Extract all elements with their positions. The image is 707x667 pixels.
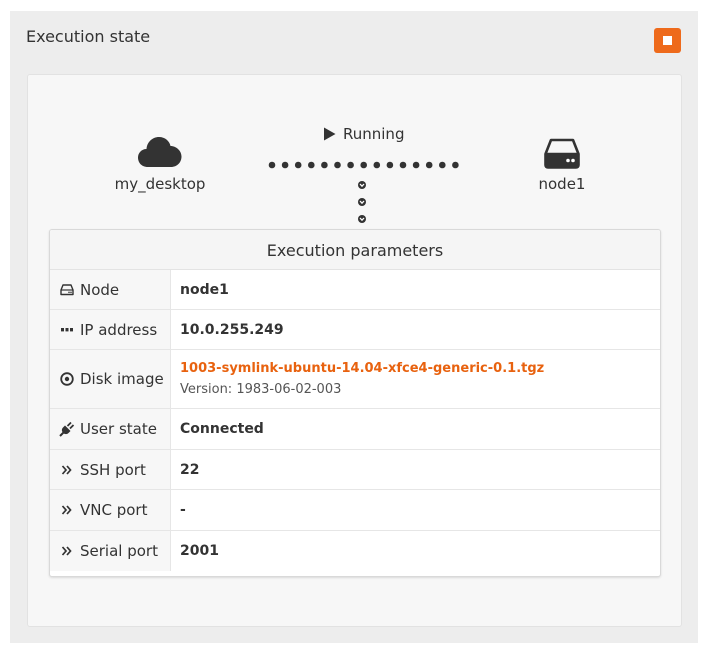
cloud-icon — [138, 137, 182, 167]
user-state-value: Connected — [180, 421, 264, 437]
param-value: - — [171, 490, 660, 530]
ellipsis-icon — [59, 322, 75, 338]
hard-drive-icon — [544, 138, 580, 169]
param-value: Connected — [171, 409, 660, 449]
connection-status: Running — [323, 125, 404, 143]
param-key-label: Node — [80, 280, 120, 299]
connection-status-label: Running — [343, 125, 405, 143]
param-value: 1003-symlink-ubuntu-14.04-xfce4-generic-… — [171, 350, 660, 408]
source-node: my_desktop — [110, 135, 210, 193]
disc-icon — [59, 371, 75, 387]
param-key-label: IP address — [80, 320, 158, 339]
execution-parameters-table: Execution parameters Node node1 IP addre… — [49, 229, 661, 577]
param-row-node: Node node1 — [50, 270, 660, 310]
source-node-label: my_desktop — [114, 175, 206, 193]
param-row-disk-image: Disk image 1003-symlink-ubuntu-14.04-xfc… — [50, 350, 660, 409]
param-key: User state — [50, 409, 171, 449]
param-key: Node — [50, 270, 171, 309]
play-icon — [324, 127, 336, 141]
param-key-label: SSH port — [80, 460, 146, 479]
target-node: node1 — [512, 137, 612, 193]
hard-drive-icon — [59, 282, 75, 298]
execution-state-content: my_desktop Running node1 Execution param… — [27, 74, 682, 627]
execution-state-panel: Execution state my_desktop Running node1… — [10, 11, 698, 643]
param-key: IP address — [50, 310, 171, 349]
disk-image-version: Version: 1983-06-02-003 — [180, 382, 342, 397]
disk-image-link[interactable]: 1003-symlink-ubuntu-14.04-xfce4-generic-… — [180, 361, 660, 376]
param-row-serial-port: Serial port 2001 — [50, 531, 660, 571]
double-chevron-right-icon — [59, 543, 75, 559]
param-row-vnc-port: VNC port - — [50, 490, 660, 531]
ip-address-value: 10.0.255.249 — [180, 321, 284, 338]
param-row-user-state: User state Connected — [50, 409, 660, 450]
stop-button[interactable] — [654, 28, 681, 53]
execution-parameters-title: Execution parameters — [50, 230, 660, 270]
ssh-port-value: 22 — [180, 461, 200, 478]
target-node-label: node1 — [538, 175, 586, 193]
stop-icon — [663, 36, 672, 45]
connection-line — [268, 161, 459, 169]
param-key: Serial port — [50, 531, 171, 571]
param-key-label: Disk image — [80, 370, 164, 388]
param-value: 10.0.255.249 — [171, 310, 660, 349]
plug-icon — [59, 421, 75, 437]
vnc-port-value: - — [180, 502, 186, 518]
param-row-ip-address: IP address 10.0.255.249 — [50, 310, 660, 350]
serial-port-value: 2001 — [180, 543, 219, 559]
double-chevron-right-icon — [59, 462, 75, 478]
double-chevron-right-icon — [59, 502, 75, 518]
param-key: VNC port — [50, 490, 171, 530]
param-key: SSH port — [50, 450, 171, 489]
node-value: node1 — [180, 281, 229, 298]
param-value: node1 — [171, 270, 660, 309]
param-value: 22 — [171, 450, 660, 489]
param-row-ssh-port: SSH port 22 — [50, 450, 660, 490]
chevron-down-connector-icon — [358, 181, 366, 223]
param-key-label: VNC port — [80, 501, 148, 519]
param-key-label: User state — [80, 420, 157, 438]
param-value: 2001 — [171, 531, 660, 571]
param-key-label: Serial port — [80, 542, 158, 560]
param-key: Disk image — [50, 350, 171, 408]
panel-title: Execution state — [26, 27, 151, 46]
